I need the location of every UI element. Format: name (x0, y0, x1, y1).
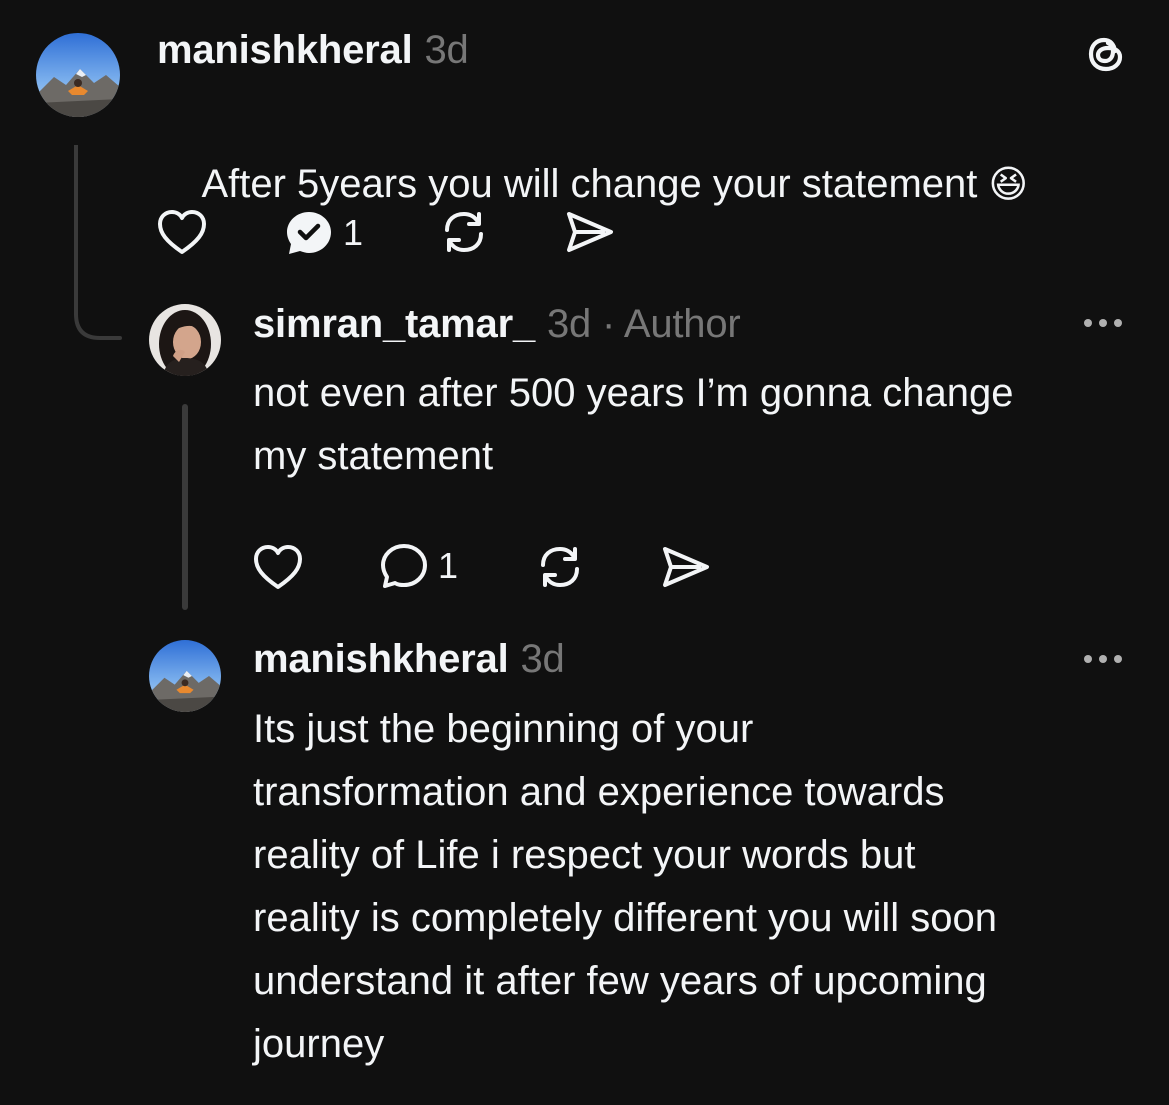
comment-icon (381, 544, 427, 588)
reply-button[interactable]: 1 (283, 208, 363, 258)
avatar-simran_tamar_[interactable] (149, 304, 221, 376)
more-icon-dot (1084, 655, 1092, 663)
mountain-avatar-icon (36, 33, 120, 117)
share-button[interactable] (563, 206, 617, 258)
more-icon-dot (1099, 319, 1107, 327)
laughing-emoji: 😆 (988, 164, 1029, 206)
comment-filled-icon (287, 212, 331, 254)
post-header: manishkheral 3d (253, 637, 565, 682)
post-header: simran_tamar_ 3d · Author (253, 302, 741, 347)
more-icon-dot (1099, 655, 1107, 663)
threads-logo-icon[interactable] (1082, 30, 1130, 78)
send-icon (567, 212, 613, 252)
reply-count: 1 (343, 212, 364, 253)
post-header: manishkheral 3d (157, 28, 469, 73)
heart-icon (254, 545, 302, 589)
repost-button[interactable] (437, 206, 491, 258)
mountain-avatar-icon (149, 640, 221, 712)
profile-photo-avatar-icon (149, 304, 221, 376)
repost-icon (541, 546, 579, 588)
like-button[interactable] (156, 208, 208, 256)
thread-line-reply (182, 404, 188, 610)
like-button[interactable] (252, 543, 304, 591)
more-options-button[interactable] (1084, 319, 1122, 327)
timestamp: 3d (547, 302, 592, 346)
more-options-button[interactable] (1084, 655, 1122, 663)
reply-button[interactable]: 1 (378, 541, 458, 591)
more-icon-dot (1114, 655, 1122, 663)
username[interactable]: simran_tamar_ (253, 302, 535, 346)
thread-curve (74, 290, 122, 340)
reply-count: 1 (438, 545, 459, 586)
heart-icon (158, 210, 206, 254)
author-badge: · Author (602, 302, 741, 346)
username[interactable]: manishkheral (253, 637, 509, 681)
post-text: Its just the beginning of your transform… (253, 707, 998, 1066)
timestamp: 3d (520, 637, 565, 681)
avatar-manishkheral[interactable] (149, 640, 221, 712)
username[interactable]: manishkheral (157, 28, 413, 72)
avatar-manishkheral[interactable] (36, 33, 120, 117)
post-text: not even after 500 years I’m gonna chang… (253, 371, 1014, 478)
more-icon-dot (1114, 319, 1122, 327)
more-icon-dot (1084, 319, 1092, 327)
repost-button[interactable] (533, 541, 587, 593)
repost-icon (445, 211, 483, 253)
share-button[interactable] (659, 541, 713, 593)
timestamp: 3d (424, 28, 469, 72)
send-icon (663, 547, 709, 587)
threads-conversation: manishkheral 3d After 5years you will cha… (0, 0, 1169, 1105)
